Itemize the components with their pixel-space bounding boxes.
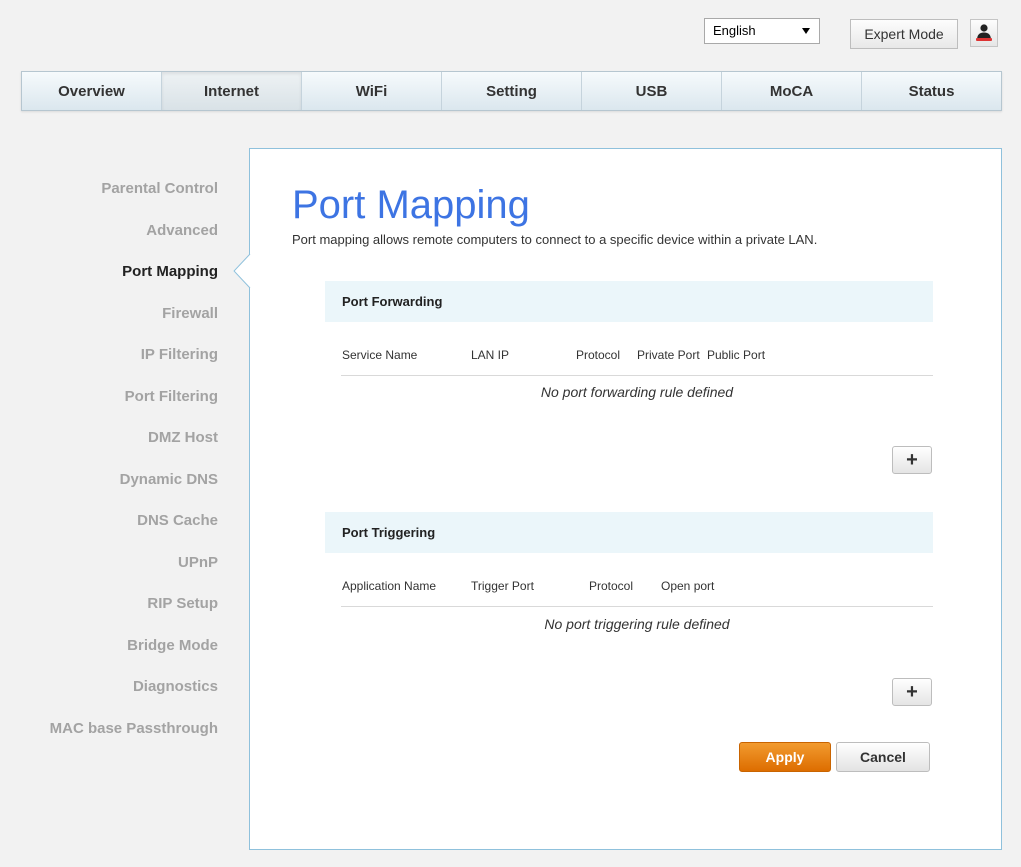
add-port-forwarding-button[interactable]: + [892, 446, 932, 474]
page-description: Port mapping allows remote computers to … [292, 232, 818, 247]
port-forwarding-heading: Port Forwarding [325, 281, 933, 322]
page-title: Port Mapping [292, 183, 530, 227]
sidebar-item-bridge-mode[interactable]: Bridge Mode [0, 625, 220, 667]
column-header-protocol: Protocol [589, 579, 634, 593]
sidebar-item-port-filtering[interactable]: Port Filtering [0, 376, 220, 418]
user-icon [976, 24, 992, 41]
divider [341, 606, 933, 607]
column-header-lan-ip: LAN IP [471, 348, 510, 362]
port-triggering-empty-message: No port triggering rule defined [544, 616, 730, 632]
apply-button[interactable]: Apply [739, 742, 831, 772]
column-header-private-port: Private Port [637, 348, 700, 362]
tab-status[interactable]: Status [862, 72, 1001, 110]
sidebar-item-dynamic-dns[interactable]: Dynamic DNS [0, 459, 220, 501]
sidebar: Parental Control Advanced Port Mapping F… [0, 168, 220, 749]
tab-setting[interactable]: Setting [442, 72, 582, 110]
sidebar-item-ip-filtering[interactable]: IP Filtering [0, 334, 220, 376]
active-indicator-arrow [233, 254, 251, 288]
chevron-down-icon [802, 28, 810, 34]
column-header-public-port: Public Port [707, 348, 766, 362]
sidebar-item-rip-setup[interactable]: RIP Setup [0, 583, 220, 625]
column-header-service-name: Service Name [342, 348, 418, 362]
column-header-open-port: Open port [661, 579, 715, 593]
language-select[interactable]: English [704, 18, 820, 44]
expert-mode-button[interactable]: Expert Mode [850, 19, 958, 49]
sidebar-item-firewall[interactable]: Firewall [0, 293, 220, 335]
port-forwarding-empty-message: No port forwarding rule defined [540, 384, 734, 400]
divider [341, 375, 933, 376]
column-header-trigger-port: Trigger Port [471, 579, 534, 593]
column-header-protocol: Protocol [576, 348, 621, 362]
tab-moca[interactable]: MoCA [722, 72, 862, 110]
tab-wifi[interactable]: WiFi [302, 72, 442, 110]
plus-icon: + [906, 448, 918, 471]
tab-usb[interactable]: USB [582, 72, 722, 110]
add-port-triggering-button[interactable]: + [892, 678, 932, 706]
language-select-value: English [713, 23, 756, 38]
sidebar-item-parental-control[interactable]: Parental Control [0, 168, 220, 210]
user-button[interactable] [970, 19, 998, 47]
cancel-button[interactable]: Cancel [836, 742, 930, 772]
sidebar-item-dmz-host[interactable]: DMZ Host [0, 417, 220, 459]
tab-internet[interactable]: Internet [162, 72, 302, 110]
sidebar-item-advanced[interactable]: Advanced [0, 210, 220, 252]
main-nav: Overview Internet WiFi Setting USB MoCA … [21, 71, 1002, 111]
sidebar-item-port-mapping[interactable]: Port Mapping [0, 251, 220, 293]
port-triggering-heading: Port Triggering [325, 512, 933, 553]
sidebar-item-mac-base-passthrough[interactable]: MAC base Passthrough [0, 708, 220, 750]
sidebar-item-upnp[interactable]: UPnP [0, 542, 220, 584]
tab-overview[interactable]: Overview [22, 72, 162, 110]
sidebar-item-diagnostics[interactable]: Diagnostics [0, 666, 220, 708]
sidebar-item-dns-cache[interactable]: DNS Cache [0, 500, 220, 542]
column-header-application-name: Application Name [342, 579, 437, 593]
plus-icon: + [906, 680, 918, 703]
